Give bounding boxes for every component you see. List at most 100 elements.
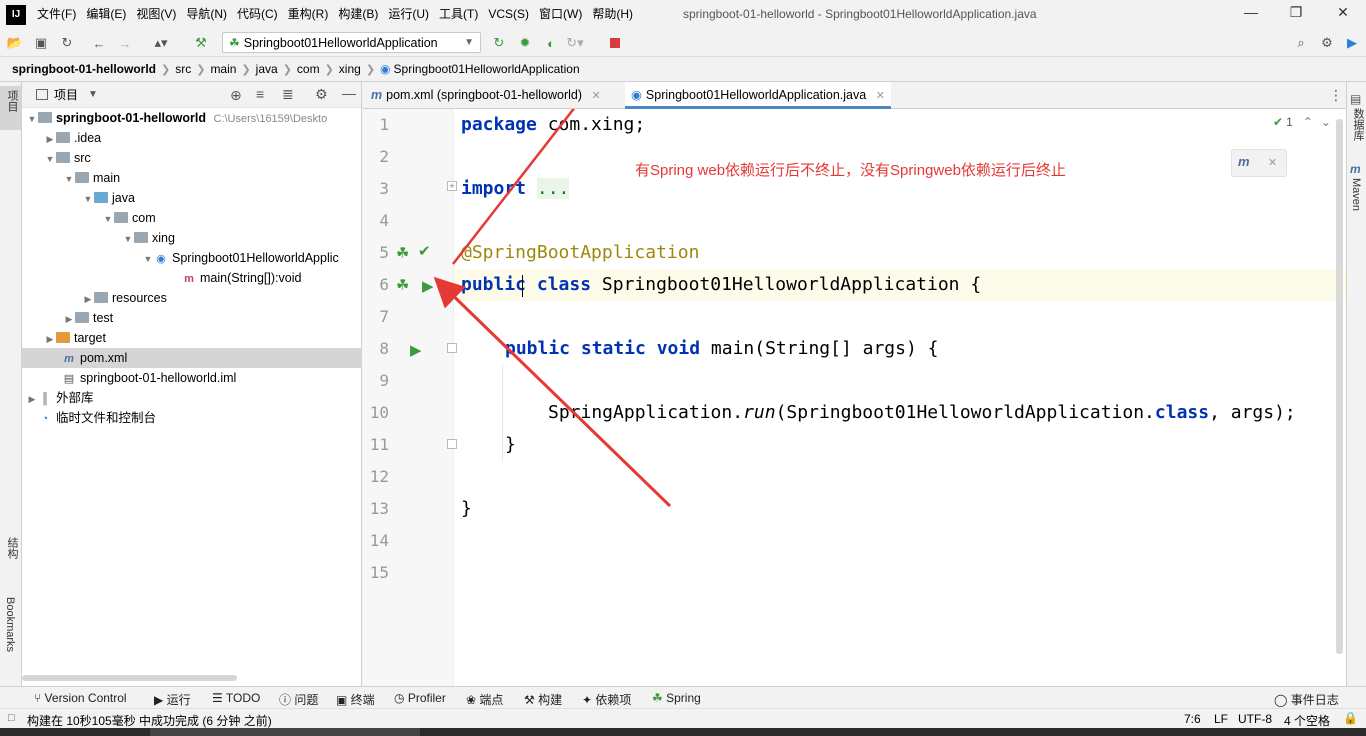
tool-terminal[interactable]: ▣ 终端 (336, 691, 375, 708)
crumb-com[interactable]: com (297, 62, 320, 76)
maximize-icon[interactable]: ❐ (1281, 4, 1311, 24)
tool-profiler[interactable]: ◷ Profiler (394, 691, 446, 705)
tree-item-src[interactable]: ▼ src (22, 148, 91, 168)
menu-refactor[interactable]: 重构(R) (283, 0, 334, 29)
settings-gear-icon[interactable]: ⚙ (1318, 34, 1336, 52)
close-tab-icon[interactable]: ✕ (876, 90, 885, 102)
vertical-scrollbar[interactable] (1336, 119, 1343, 654)
more-options-icon[interactable]: ⋮ (1329, 87, 1343, 104)
menu-tools[interactable]: 工具(T) (434, 0, 483, 29)
tool-window-maven[interactable]: Maven (1350, 178, 1362, 211)
open-folder-icon[interactable]: 📂 (6, 34, 24, 52)
tool-window-database[interactable]: 数据库 (1350, 108, 1366, 141)
build-hammer-icon[interactable]: ⚒ (192, 34, 210, 52)
menu-window[interactable]: 窗口(W) (534, 0, 587, 29)
forward-icon[interactable]: → (116, 34, 134, 52)
tree-item-scratches[interactable]: ◔ 临时文件和控制台 (22, 408, 156, 428)
crumb-src[interactable]: src (175, 62, 191, 76)
line-separator[interactable]: LF (1214, 712, 1228, 726)
rerun-icon[interactable]: ↻ (490, 34, 508, 52)
profile-icon[interactable]: ↻▾ (566, 34, 584, 52)
tree-item-xing[interactable]: ▼ xing (22, 228, 175, 248)
tool-todo[interactable]: ☰ TODO (212, 691, 260, 705)
crumb-project[interactable]: springboot-01-helloworld (12, 62, 156, 76)
tool-problems[interactable]: ⓘ 问题 (279, 691, 318, 708)
tool-spring[interactable]: ☘ Spring (652, 691, 701, 705)
tree-item-main[interactable]: ▼ main (22, 168, 121, 188)
tree-item-java[interactable]: ▼ java (22, 188, 135, 208)
vcs-user-icon[interactable]: ▴▾ (152, 34, 170, 52)
tree-item-main-method[interactable]: m main(String[]):void (22, 268, 301, 288)
tree-item-project-root[interactable]: ▼ springboot-01-helloworld C:\Users\16159… (22, 108, 328, 128)
tool-window-bookmarks[interactable]: Bookmarks (4, 597, 16, 652)
back-icon[interactable]: ← (90, 34, 108, 52)
menu-view[interactable]: 视图(V) (131, 0, 181, 29)
jetbrains-toolbox-icon[interactable]: ▶ (1343, 34, 1361, 52)
tree-item-idea[interactable]: ▶ .idea (22, 128, 102, 148)
coverage-icon[interactable]: ◐ (542, 34, 560, 52)
chevron-down-icon[interactable]: ▼ (88, 89, 98, 100)
tool-window-project[interactable]: 项目 (4, 90, 20, 112)
tree-item-application-class[interactable]: ▼ ◉ Springboot01HelloworldApplic (22, 248, 339, 268)
tree-item-com[interactable]: ▼ com (22, 208, 156, 228)
tool-window-structure[interactable]: 结构 (4, 537, 20, 559)
search-icon[interactable]: ⌕ (1292, 34, 1310, 52)
collapse-all-icon[interactable]: ≣ (282, 86, 294, 103)
tool-version-control[interactable]: ⑂ Version Control (34, 691, 127, 705)
menu-build[interactable]: 构建(B) (333, 0, 383, 29)
menu-vcs[interactable]: VCS(S) (483, 0, 534, 29)
menu-file[interactable]: 文件(F) (32, 0, 81, 29)
code-editor[interactable]: 1 2 3 4 5 6 7 8 9 10 11 12 13 14 15 ☘ ✔ … (363, 109, 1346, 686)
tool-endpoints[interactable]: ❀ 端点 (466, 691, 503, 708)
tree-item-target[interactable]: ▶ target (22, 328, 106, 348)
crumb-class[interactable]: Springboot01HelloworldApplication (394, 62, 580, 76)
menu-run[interactable]: 运行(U) (383, 0, 434, 29)
excluded-folder-icon (56, 332, 70, 343)
indent-setting[interactable]: 4 个空格 (1284, 712, 1330, 729)
tree-item-iml[interactable]: ▤ springboot-01-helloworld.iml (22, 368, 237, 388)
minimize-icon[interactable]: — (1236, 4, 1266, 24)
settings-gear-icon[interactable]: ⚙ (315, 86, 328, 103)
status-message[interactable]: 构建在 10秒105毫秒 中成功完成 (6 分钟 之前) (27, 712, 272, 729)
project-panel-title[interactable]: 项目 (54, 86, 78, 103)
stop-icon[interactable] (606, 34, 624, 52)
save-all-icon[interactable]: ▣ (32, 34, 50, 52)
tab-application-java[interactable]: ◉ Springboot01HelloworldApplication.java … (625, 82, 891, 109)
ide-window: IJ 文件(F) 编辑(E) 视图(V) 导航(N) 代码(C) 重构(R) 构… (0, 0, 1366, 736)
locate-icon[interactable]: ⊕ (230, 87, 242, 104)
sync-icon[interactable]: ↻ (58, 34, 76, 52)
folder-icon (56, 132, 70, 143)
tree-item-external-libs[interactable]: ▶ ║ 外部库 (22, 388, 94, 408)
horizontal-scrollbar[interactable] (22, 675, 237, 681)
tab-pom[interactable]: m pom.xml (springboot-01-helloworld) ✕ (365, 82, 607, 109)
spring-class-icon: ◉ (631, 88, 642, 102)
menu-edit[interactable]: 编辑(E) (81, 0, 131, 29)
crumb-main[interactable]: main (210, 62, 236, 76)
project-view-icon (36, 89, 48, 100)
run-configuration-dropdown[interactable]: ☘ Springboot01HelloworldApplication ▼ (222, 32, 481, 53)
tree-item-pom[interactable]: m pom.xml (22, 348, 362, 368)
file-encoding[interactable]: UTF-8 (1238, 712, 1272, 726)
menu-navigate[interactable]: 导航(N) (181, 0, 232, 29)
tool-event-log[interactable]: ◯ 事件日志 (1274, 691, 1339, 708)
expand-all-icon[interactable]: ≡ (256, 86, 264, 102)
tool-build[interactable]: ⚒ 构建 (524, 691, 562, 708)
tool-run[interactable]: ▶ 运行 (154, 691, 191, 708)
crumb-java[interactable]: java (256, 62, 278, 76)
close-window-icon[interactable]: ✕ (1328, 4, 1358, 24)
hide-panel-icon[interactable]: — (342, 85, 356, 101)
tool-dependencies[interactable]: ✦ 依赖项 (582, 691, 631, 708)
tree-item-test[interactable]: ▶ test (22, 308, 114, 328)
caret-position[interactable]: 7:6 (1184, 712, 1201, 726)
maven-file-icon: m (64, 353, 74, 365)
menu-help[interactable]: 帮助(H) (587, 0, 638, 29)
run-configuration-label: Springboot01HelloworldApplication (243, 35, 438, 50)
close-tab-icon[interactable]: ✕ (592, 90, 601, 102)
lock-icon[interactable]: 🔒 (1343, 711, 1358, 725)
debug-icon[interactable]: ✹ (516, 34, 534, 52)
crumb-xing[interactable]: xing (339, 62, 361, 76)
tree-item-resources[interactable]: ▶ resources (22, 288, 167, 308)
menu-code[interactable]: 代码(C) (232, 0, 283, 29)
folder-icon (75, 172, 89, 183)
status-toggle-icon[interactable]: □ (8, 712, 15, 724)
